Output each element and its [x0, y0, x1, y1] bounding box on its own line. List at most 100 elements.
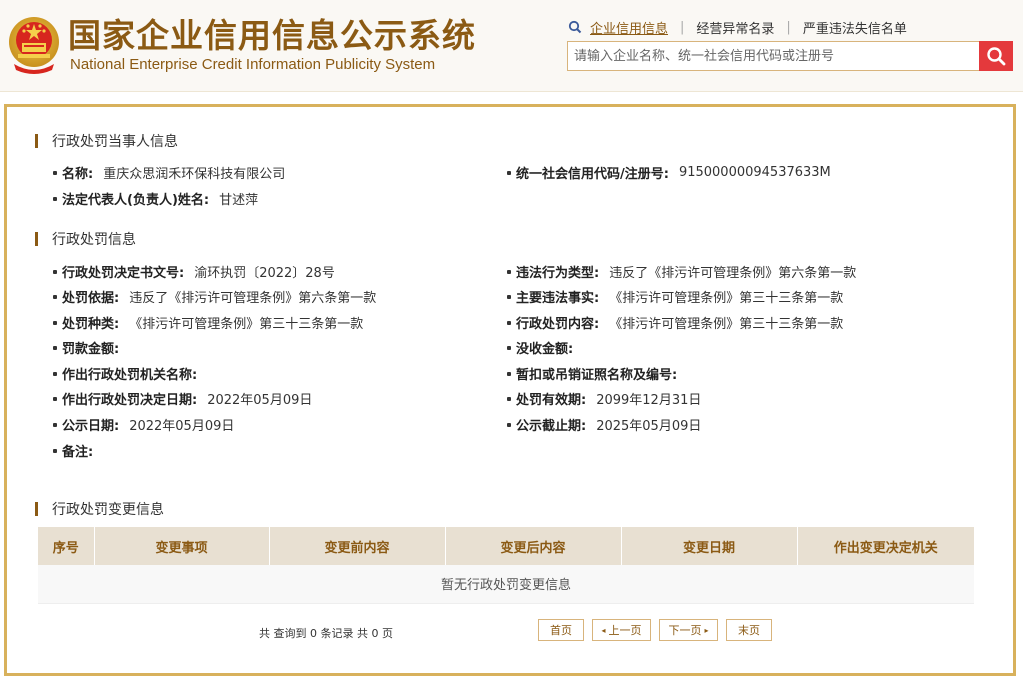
nav-separator: | [786, 19, 791, 35]
column-header: 变更日期 [621, 527, 798, 565]
field-fine-amount: 罚款金额: [53, 338, 129, 357]
bullet [507, 422, 511, 427]
site-title-en: National Enterprise Credit Information P… [70, 56, 436, 73]
bullet [53, 196, 57, 201]
field-label: 公示截止期: [516, 419, 587, 434]
bullet [507, 170, 511, 175]
chevron-left-icon: ◂ [601, 625, 606, 635]
search-button[interactable] [979, 41, 1013, 71]
bullet [53, 371, 57, 376]
bullet [507, 345, 511, 350]
field-value: 91500000094537633M [678, 165, 831, 180]
bullet [53, 269, 57, 274]
field-value: 2022年05月09日 [129, 419, 235, 434]
pager-label: 末页 [738, 624, 760, 637]
detail-frame: 行政处罚当事人信息 名称: 重庆众思润禾环保科技有限公司 统一社会信用代码/注册… [4, 104, 1016, 676]
field-validity-period: 处罚有效期: 2099年12月31日 [507, 389, 701, 408]
record-count: 共 查询到 0 条记录 共 0 页 [259, 627, 393, 640]
bullet [507, 320, 511, 325]
field-label: 作出行政处罚决定日期: [62, 393, 198, 408]
field-label: 行政处罚决定书文号: [62, 266, 185, 281]
search-input[interactable] [568, 42, 982, 70]
field-confiscation-amount: 没收金额: [507, 338, 583, 357]
bullet [53, 448, 57, 453]
section-changes-title: 行政处罚变更信息 [35, 499, 164, 519]
pager-next-button[interactable]: 下一页 ▸ [659, 619, 718, 641]
field-label: 处罚依据: [62, 291, 120, 306]
section-marker [35, 232, 38, 246]
pager-last-button[interactable]: 末页 [726, 619, 772, 641]
field-value: 甘述萍 [219, 193, 259, 208]
field-label: 公示日期: [62, 419, 120, 434]
section-title-text: 行政处罚信息 [52, 232, 136, 248]
field-label: 行政处罚内容: [516, 317, 600, 332]
field-value: 《排污许可管理条例》第三十三条第一款 [609, 317, 844, 332]
search-icon [987, 47, 1006, 66]
chevron-right-icon: ▸ [704, 625, 709, 635]
site-header: 国家企业信用信息公示系统 National Enterprise Credit … [0, 0, 1023, 92]
field-value: 2099年12月31日 [596, 393, 702, 408]
field-label: 处罚有效期: [516, 393, 587, 408]
field-value: 违反了《排污许可管理条例》第六条第一款 [609, 266, 857, 281]
field-label: 名称: [62, 167, 94, 182]
search-icon [568, 20, 582, 34]
field-authority-name: 作出行政处罚机关名称: [53, 364, 207, 383]
column-header: 作出变更决定机关 [797, 527, 974, 565]
field-decision-number: 行政处罚决定书文号: 渝环执罚〔2022〕28号 [53, 262, 335, 281]
changes-table: 序号 变更事项 变更前内容 变更后内容 变更日期 作出变更决定机关 暂无行政处罚… [38, 527, 974, 604]
field-penalty-content: 行政处罚内容: 《排污许可管理条例》第三十三条第一款 [507, 313, 843, 332]
pager-label: 下一页 [668, 624, 702, 637]
field-remarks: 备注: [53, 441, 103, 460]
bullet [507, 396, 511, 401]
field-decision-date: 作出行政处罚决定日期: 2022年05月09日 [53, 389, 312, 408]
field-publicity-deadline: 公示截止期: 2025年05月09日 [507, 415, 701, 434]
field-value: 2025年05月09日 [596, 419, 702, 434]
pager-prev-button[interactable]: ◂ 上一页 [592, 619, 651, 641]
field-label: 罚款金额: [62, 342, 120, 357]
table-row: 暂无行政处罚变更信息 [38, 565, 974, 604]
pager-label: 首页 [550, 624, 572, 637]
section-marker [35, 502, 38, 516]
field-license-revocation: 暂扣或吊销证照名称及编号: [507, 364, 687, 383]
field-value: 《排污许可管理条例》第三十三条第一款 [609, 291, 844, 306]
bullet [507, 371, 511, 376]
field-label: 违法行为类型: [516, 266, 600, 281]
bullet [507, 269, 511, 274]
field-label: 统一社会信用代码/注册号: [516, 167, 669, 182]
bullet [53, 320, 57, 325]
search-bar [567, 41, 1013, 71]
bullet [53, 422, 57, 427]
nav-abnormal-operations[interactable]: 经营异常名录 [696, 18, 774, 37]
field-value: 渝环执罚〔2022〕28号 [194, 266, 335, 281]
field-value: 2022年05月09日 [207, 393, 313, 408]
bullet [53, 345, 57, 350]
field-credit-code: 统一社会信用代码/注册号: 91500000094537633M [507, 163, 831, 182]
pager-label: 上一页 [608, 624, 642, 637]
section-title-text: 行政处罚变更信息 [52, 502, 164, 518]
column-header: 变更后内容 [445, 527, 622, 565]
field-publicity-date: 公示日期: 2022年05月09日 [53, 415, 234, 434]
nav-enterprise-credit[interactable]: 企业信用信息 [590, 18, 668, 37]
nav-serious-violations[interactable]: 严重违法失信名单 [803, 18, 907, 37]
section-party-title: 行政处罚当事人信息 [35, 131, 178, 151]
empty-table-message: 暂无行政处罚变更信息 [38, 565, 974, 604]
field-label: 备注: [62, 445, 94, 460]
table-header-row: 序号 变更事项 变更前内容 变更后内容 变更日期 作出变更决定机关 [38, 527, 974, 565]
field-label: 暂扣或吊销证照名称及编号: [516, 368, 678, 383]
field-label: 法定代表人(负责人)姓名: [62, 193, 210, 208]
section-title-text: 行政处罚当事人信息 [52, 134, 178, 150]
section-penalty-title: 行政处罚信息 [35, 229, 136, 249]
bullet [53, 396, 57, 401]
national-emblem-icon [9, 17, 59, 74]
field-label: 没收金额: [516, 342, 574, 357]
column-header: 变更事项 [94, 527, 270, 565]
pager-first-button[interactable]: 首页 [538, 619, 584, 641]
field-violation-type: 违法行为类型: 违反了《排污许可管理条例》第六条第一款 [507, 262, 856, 281]
field-value: 《排污许可管理条例》第三十三条第一款 [129, 317, 364, 332]
column-header: 变更前内容 [269, 527, 446, 565]
field-label: 处罚种类: [62, 317, 120, 332]
bullet [53, 170, 57, 175]
bullet [53, 294, 57, 299]
top-nav: 企业信用信息 | 经营异常名录 | 严重违法失信名单 [568, 18, 907, 37]
field-penalty-basis: 处罚依据: 违反了《排污许可管理条例》第六条第一款 [53, 287, 376, 306]
